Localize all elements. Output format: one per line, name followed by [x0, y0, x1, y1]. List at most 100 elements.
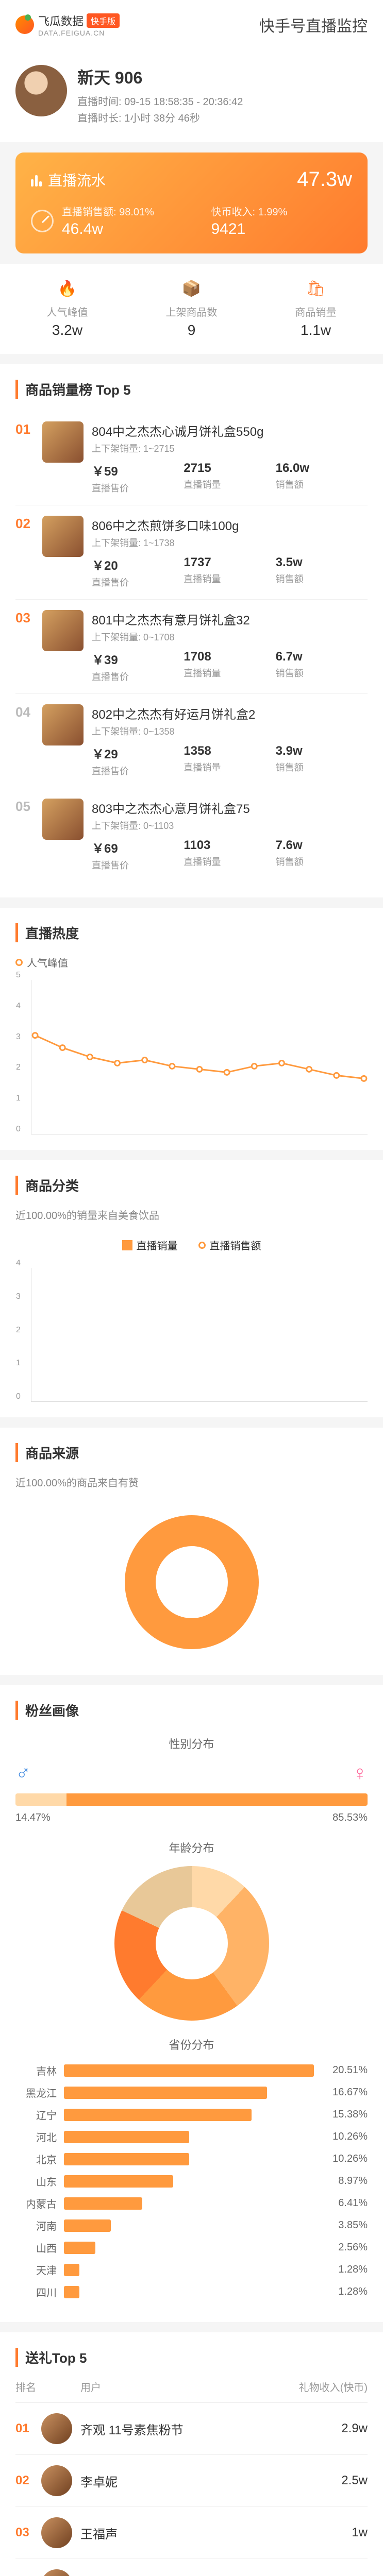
logo-text: 飞瓜数据: [38, 12, 84, 29]
province-pct: 2.56%: [321, 2242, 368, 2253]
metric-price: ￥20: [92, 555, 184, 573]
prov-title: 省份分布: [15, 2036, 368, 2053]
gift-user-avatar[interactable]: [41, 2413, 72, 2444]
rank-number: 03: [15, 610, 34, 683]
male-pct: 14.47%: [15, 1812, 51, 1824]
rank-number: 02: [15, 516, 34, 589]
metric-vol: 2715: [184, 461, 275, 476]
product-sub: 上下架销量: 0~1708: [92, 630, 368, 643]
gift-user-avatar[interactable]: [41, 2569, 72, 2576]
rank-item[interactable]: 04 802中之杰杰有好运月饼礼盒2 上下架销量: 0~1358 ￥29直播售价…: [15, 694, 368, 788]
section-gift: 送礼Top 5 排名 用户 礼物收入(快币) 01 齐观 11号素焦粉节 2.9…: [0, 2332, 383, 2576]
province-bar: [64, 2153, 189, 2165]
province-bar: [64, 2109, 252, 2121]
gift-user-name: 王福声: [80, 2524, 306, 2542]
gift-row[interactable]: 03 王福声 1w: [15, 2507, 368, 2559]
section-title: 商品来源: [15, 1443, 368, 1462]
rank-number: 05: [15, 799, 34, 872]
province-row: 黑龙江 16.67%: [15, 2085, 368, 2100]
province-row: 山西 2.56%: [15, 2240, 368, 2255]
province-pct: 16.67%: [321, 2087, 368, 2098]
province-pct: 20.51%: [321, 2064, 368, 2076]
age-donut-chart: [114, 1866, 269, 2021]
stat-item: 🔥 人气峰值 3.2w: [5, 279, 129, 338]
metric-price: ￥59: [92, 461, 184, 479]
gender-title: 性别分布: [15, 1735, 368, 1752]
product-image[interactable]: [42, 704, 84, 745]
logo-icon: [15, 15, 34, 34]
metric-amt: 7.6w: [276, 838, 368, 853]
stat-value: 1.1w: [254, 322, 378, 338]
province-bar: [64, 2087, 267, 2099]
gift-user-avatar[interactable]: [41, 2465, 72, 2496]
section-title: 送礼Top 5: [15, 2348, 368, 2367]
product-image[interactable]: [42, 516, 84, 557]
province-bar: [64, 2064, 314, 2077]
stat-item: 📦 上架商品数 9: [129, 279, 254, 338]
section-sales-rank: 商品销量榜 Top 5 01 804中之杰杰心诚月饼礼盒550g 上下架销量: …: [0, 364, 383, 897]
stat-icon: 🔥: [58, 279, 77, 298]
province-pct: 8.97%: [321, 2175, 368, 2187]
province-pct: 3.85%: [321, 2219, 368, 2231]
metric-amt: 3.9w: [276, 744, 368, 758]
gift-row[interactable]: 01 齐观 11号素焦粉节 2.9w: [15, 2403, 368, 2455]
male-icon: ♂: [15, 1762, 31, 1785]
province-pct: 1.28%: [321, 2286, 368, 2298]
section-category: 商品分类 近100.00%的销量来自美食饮品 直播销量 直播销售额 01234: [0, 1160, 383, 1417]
stat-icon: 🛍: [307, 279, 325, 298]
app-header: 飞瓜数据 快手版 DATA.FEIGUA.CN 快手号直播监控: [0, 0, 383, 49]
rank-item[interactable]: 01 804中之杰杰心诚月饼礼盒550g 上下架销量: 1~2715 ￥59直播…: [15, 411, 368, 505]
profile-block: 新天 906 直播时间: 09-15 18:58:35 - 20:36:42 直…: [0, 49, 383, 142]
province-bar: [64, 2175, 173, 2188]
gift-row[interactable]: 02 李卓妮 2.5w: [15, 2455, 368, 2507]
province-bar: [64, 2219, 111, 2232]
province-name: 北京: [15, 2151, 57, 2166]
source-donut-chart: [125, 1515, 259, 1649]
province-row: 四川 1.28%: [15, 2284, 368, 2299]
gift-row[interactable]: 04 刘峰11-1 8674: [15, 2559, 368, 2576]
metric-price: ￥69: [92, 838, 184, 856]
province-pct: 10.26%: [321, 2131, 368, 2143]
stream-total: 47.3w: [297, 168, 352, 191]
province-name: 吉林: [15, 2063, 57, 2078]
province-name: 山东: [15, 2174, 57, 2189]
province-row: 吉林 20.51%: [15, 2063, 368, 2078]
rank-item[interactable]: 02 806中之杰煎饼多口味100g 上下架销量: 1~1738 ￥20直播售价…: [15, 505, 368, 600]
streamer-avatar[interactable]: [15, 65, 67, 116]
stat-label: 人气峰值: [5, 304, 129, 319]
gift-user-avatar[interactable]: [41, 2517, 72, 2548]
metric-price: ￥39: [92, 650, 184, 668]
age-title: 年龄分布: [15, 1839, 368, 1856]
logo-sub: DATA.FEIGUA.CN: [38, 29, 120, 37]
section-title: 粉丝画像: [15, 1701, 368, 1720]
metric-vol: 1358: [184, 744, 275, 758]
metric-vol: 1737: [184, 555, 275, 570]
product-image[interactable]: [42, 610, 84, 651]
streamer-name: 新天 906: [77, 65, 368, 89]
product-name: 806中之杰煎饼多口味100g: [92, 516, 368, 534]
product-image[interactable]: [42, 421, 84, 463]
gift-user-name: 齐观 11号素焦粉节: [80, 2420, 306, 2438]
section-heat: 直播热度 人气峰值 012345: [0, 908, 383, 1150]
province-bar: [64, 2197, 142, 2210]
sales-value: 46.4w: [62, 221, 203, 238]
gift-rank: 01: [15, 2421, 41, 2436]
section-source: 商品来源 近100.00%的商品来自有赞: [0, 1428, 383, 1675]
metric-amt: 3.5w: [276, 555, 368, 570]
product-image[interactable]: [42, 799, 84, 840]
legend-square-icon: [122, 1240, 132, 1250]
gift-rank: 02: [15, 2473, 41, 2488]
stat-value: 9: [129, 322, 254, 338]
rank-item[interactable]: 03 801中之杰杰有意月饼礼盒32 上下架销量: 0~1708 ￥39直播售价…: [15, 600, 368, 694]
province-row: 河南 3.85%: [15, 2218, 368, 2233]
province-name: 内蒙古: [15, 2196, 57, 2211]
province-name: 河北: [15, 2129, 57, 2144]
stream-revenue-card: 直播流水 47.3w 直播销售额: 98.01% 46.4w 快币收入: 1.9…: [15, 152, 368, 253]
province-pct: 15.38%: [321, 2109, 368, 2121]
province-name: 河南: [15, 2218, 57, 2233]
stat-item: 🛍 商品销量 1.1w: [254, 279, 378, 338]
province-name: 黑龙江: [15, 2085, 57, 2100]
rank-item[interactable]: 05 803中之杰杰心意月饼礼盒75 上下架销量: 0~1103 ￥69直播售价…: [15, 788, 368, 882]
gift-rank: 03: [15, 2526, 41, 2540]
stat-label: 商品销量: [254, 304, 378, 319]
